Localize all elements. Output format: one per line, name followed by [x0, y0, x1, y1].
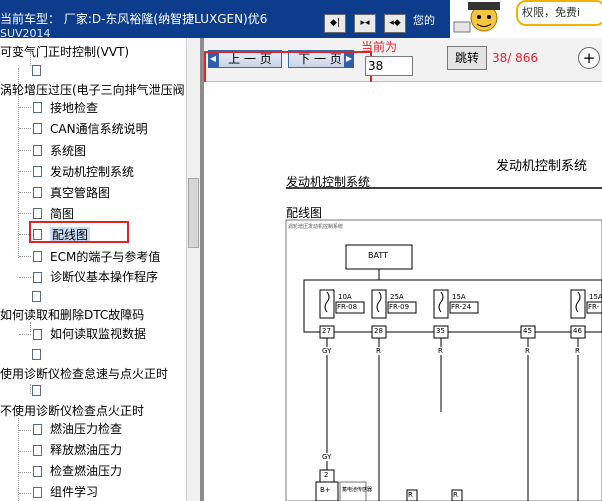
- tree-guide: [19, 107, 31, 108]
- document-icon: [33, 251, 42, 262]
- document-icon: [32, 385, 41, 396]
- pin-number: 35: [436, 327, 445, 335]
- mascot-icon: [453, 2, 500, 33]
- document-icon: [33, 466, 42, 477]
- tree-item-engine-control[interactable]: 发动机控制系统: [50, 164, 134, 180]
- page-number-input[interactable]: 38: [365, 56, 413, 76]
- current-car-label: 当前车型： 厂家:D-东风裕隆(纳智捷LUXGEN)优6: [0, 12, 268, 26]
- tree-guide: [19, 451, 31, 452]
- document-icon: [33, 145, 42, 156]
- tree-guide: [19, 213, 31, 214]
- chapter-tree: 可变气门正时控制(VVT) 涡轮增压过压(电子三向排气泄压阀 接地检查 CAN通…: [0, 38, 186, 501]
- tree-item-vacuum[interactable]: 真空管路图: [50, 185, 110, 201]
- ad-banner[interactable]: 权限，免费i: [450, 0, 602, 38]
- document-icon: [32, 291, 41, 302]
- welcome-text: 您的: [413, 14, 435, 27]
- tree-item-scan-tool[interactable]: 诊断仪基本操作程序: [50, 269, 158, 285]
- zoom-in-button[interactable]: +: [578, 47, 600, 69]
- tree-item-ignition-timing[interactable]: 不使用诊断仪检查点火正时: [0, 403, 144, 419]
- tree-guide: [30, 384, 31, 394]
- tree-guide: [19, 192, 31, 193]
- fuse-code: FR-24: [451, 303, 472, 311]
- wire-color: R: [438, 347, 443, 355]
- fuse-amp: 15A: [589, 293, 602, 301]
- document-icon: [32, 65, 41, 76]
- jump-button[interactable]: 跳转: [447, 46, 487, 70]
- tree-guide: [19, 256, 31, 257]
- tree-guide: [19, 277, 31, 278]
- tree-item-release-pressure[interactable]: 释放燃油压力: [50, 442, 122, 458]
- pin-number: 45: [523, 327, 532, 335]
- fuse-code: FR-: [588, 303, 600, 311]
- tree-item-ecm-terminal[interactable]: ECM的端子与参考值: [50, 249, 160, 265]
- wire-color: R: [376, 347, 381, 355]
- tree-item-can[interactable]: CAN通信系统说明: [50, 121, 148, 137]
- document-icon: [32, 349, 41, 360]
- bplus-label: B+: [320, 486, 331, 494]
- page-count: 38/ 866: [492, 51, 539, 65]
- tree-guide: [19, 472, 31, 473]
- tree-guide: [19, 171, 31, 172]
- pin-number: 46: [573, 327, 582, 335]
- tree-item-fuel-pressure-check[interactable]: 燃油压力检查: [50, 421, 122, 437]
- tree-guide: [19, 334, 31, 335]
- selection-highlight: [29, 221, 129, 243]
- sensor-note: 蓄电池传感器: [342, 487, 373, 493]
- document-icon: [33, 208, 42, 219]
- tree-guide: [30, 322, 31, 332]
- scrollbar-thumb[interactable]: [188, 178, 199, 248]
- wire-color: R: [453, 491, 458, 499]
- title-bar: 当前车型： 厂家:D-东风裕隆(纳智捷LUXGEN)优6 SUV2014 ◆| …: [0, 0, 450, 40]
- doc-header: 发动机控制系统: [496, 159, 588, 174]
- tree-item-system-diagram[interactable]: 系统图: [50, 143, 86, 159]
- document-icon: [33, 329, 42, 340]
- document-icon: [33, 272, 42, 283]
- first-page-icon[interactable]: ◆|: [324, 14, 346, 33]
- batt-label: BATT: [368, 251, 388, 260]
- ad-bubble: 权限，免费i: [516, 0, 602, 26]
- wire-color: GY: [322, 347, 332, 355]
- tree-item-idle-check[interactable]: 使用诊断仪检查怠速与点火正时: [0, 366, 168, 382]
- doc-subsection: 配线图: [286, 206, 323, 220]
- wire-color: GY: [322, 453, 332, 461]
- wire-color: R: [525, 347, 530, 355]
- tree-guide: [19, 150, 31, 151]
- doc-section-title: 发动机控制系统: [286, 175, 371, 189]
- tree-scrollbar[interactable]: [186, 38, 200, 501]
- tree-item-monitor[interactable]: 如何读取监视数据: [50, 326, 146, 342]
- tree-item-inspect-pressure[interactable]: 检查燃油压力: [50, 463, 122, 479]
- tree-item-ground[interactable]: 接地检查: [50, 100, 98, 116]
- document-icon: [33, 445, 42, 456]
- wire-color: R: [575, 347, 580, 355]
- connector-pin: 2: [324, 471, 329, 479]
- document-icon: [33, 487, 42, 498]
- document-icon: [33, 424, 42, 435]
- fit-width-icon[interactable]: ▸◂: [354, 14, 376, 33]
- previous-icon[interactable]: ◂◆: [384, 14, 406, 33]
- fuse-code: FR-09: [389, 303, 410, 311]
- fuse-amp: 25A: [390, 293, 404, 301]
- tree-guide: [19, 430, 31, 431]
- document-icon: [33, 123, 42, 134]
- pin-number: 28: [374, 327, 383, 335]
- pin-number: 27: [322, 327, 331, 335]
- wiring-diagram: [285, 187, 602, 501]
- document-icon: [33, 102, 42, 113]
- tree-item-sketch[interactable]: 简图: [50, 206, 74, 222]
- tree-guide: [19, 493, 31, 494]
- tree-item-turbo[interactable]: 涡轮增压过压(电子三向排气泄压阀: [0, 82, 185, 98]
- tree-guide: [19, 128, 31, 129]
- fuse-amp: 15A: [452, 293, 466, 301]
- document-icon: [33, 187, 42, 198]
- document-page: 发动机控制系统 发动机控制系统 配线图 涡轮增压发动机控制系统 BATT 10A…: [204, 82, 602, 501]
- fuse-amp: 10A: [338, 293, 352, 301]
- fuse-code: FR-08: [337, 303, 358, 311]
- tree-item-component-learning[interactable]: 组件学习: [50, 484, 98, 500]
- current-page-label: 当前为: [361, 40, 398, 54]
- wire-color: R: [408, 491, 413, 499]
- tree-item-dtc[interactable]: 如何读取和删除DTC故障码: [0, 307, 144, 323]
- tree-item-vvt[interactable]: 可变气门正时控制(VVT): [0, 44, 129, 60]
- diagram-caption: 涡轮增压发动机控制系统: [288, 224, 344, 230]
- document-icon: [33, 166, 42, 177]
